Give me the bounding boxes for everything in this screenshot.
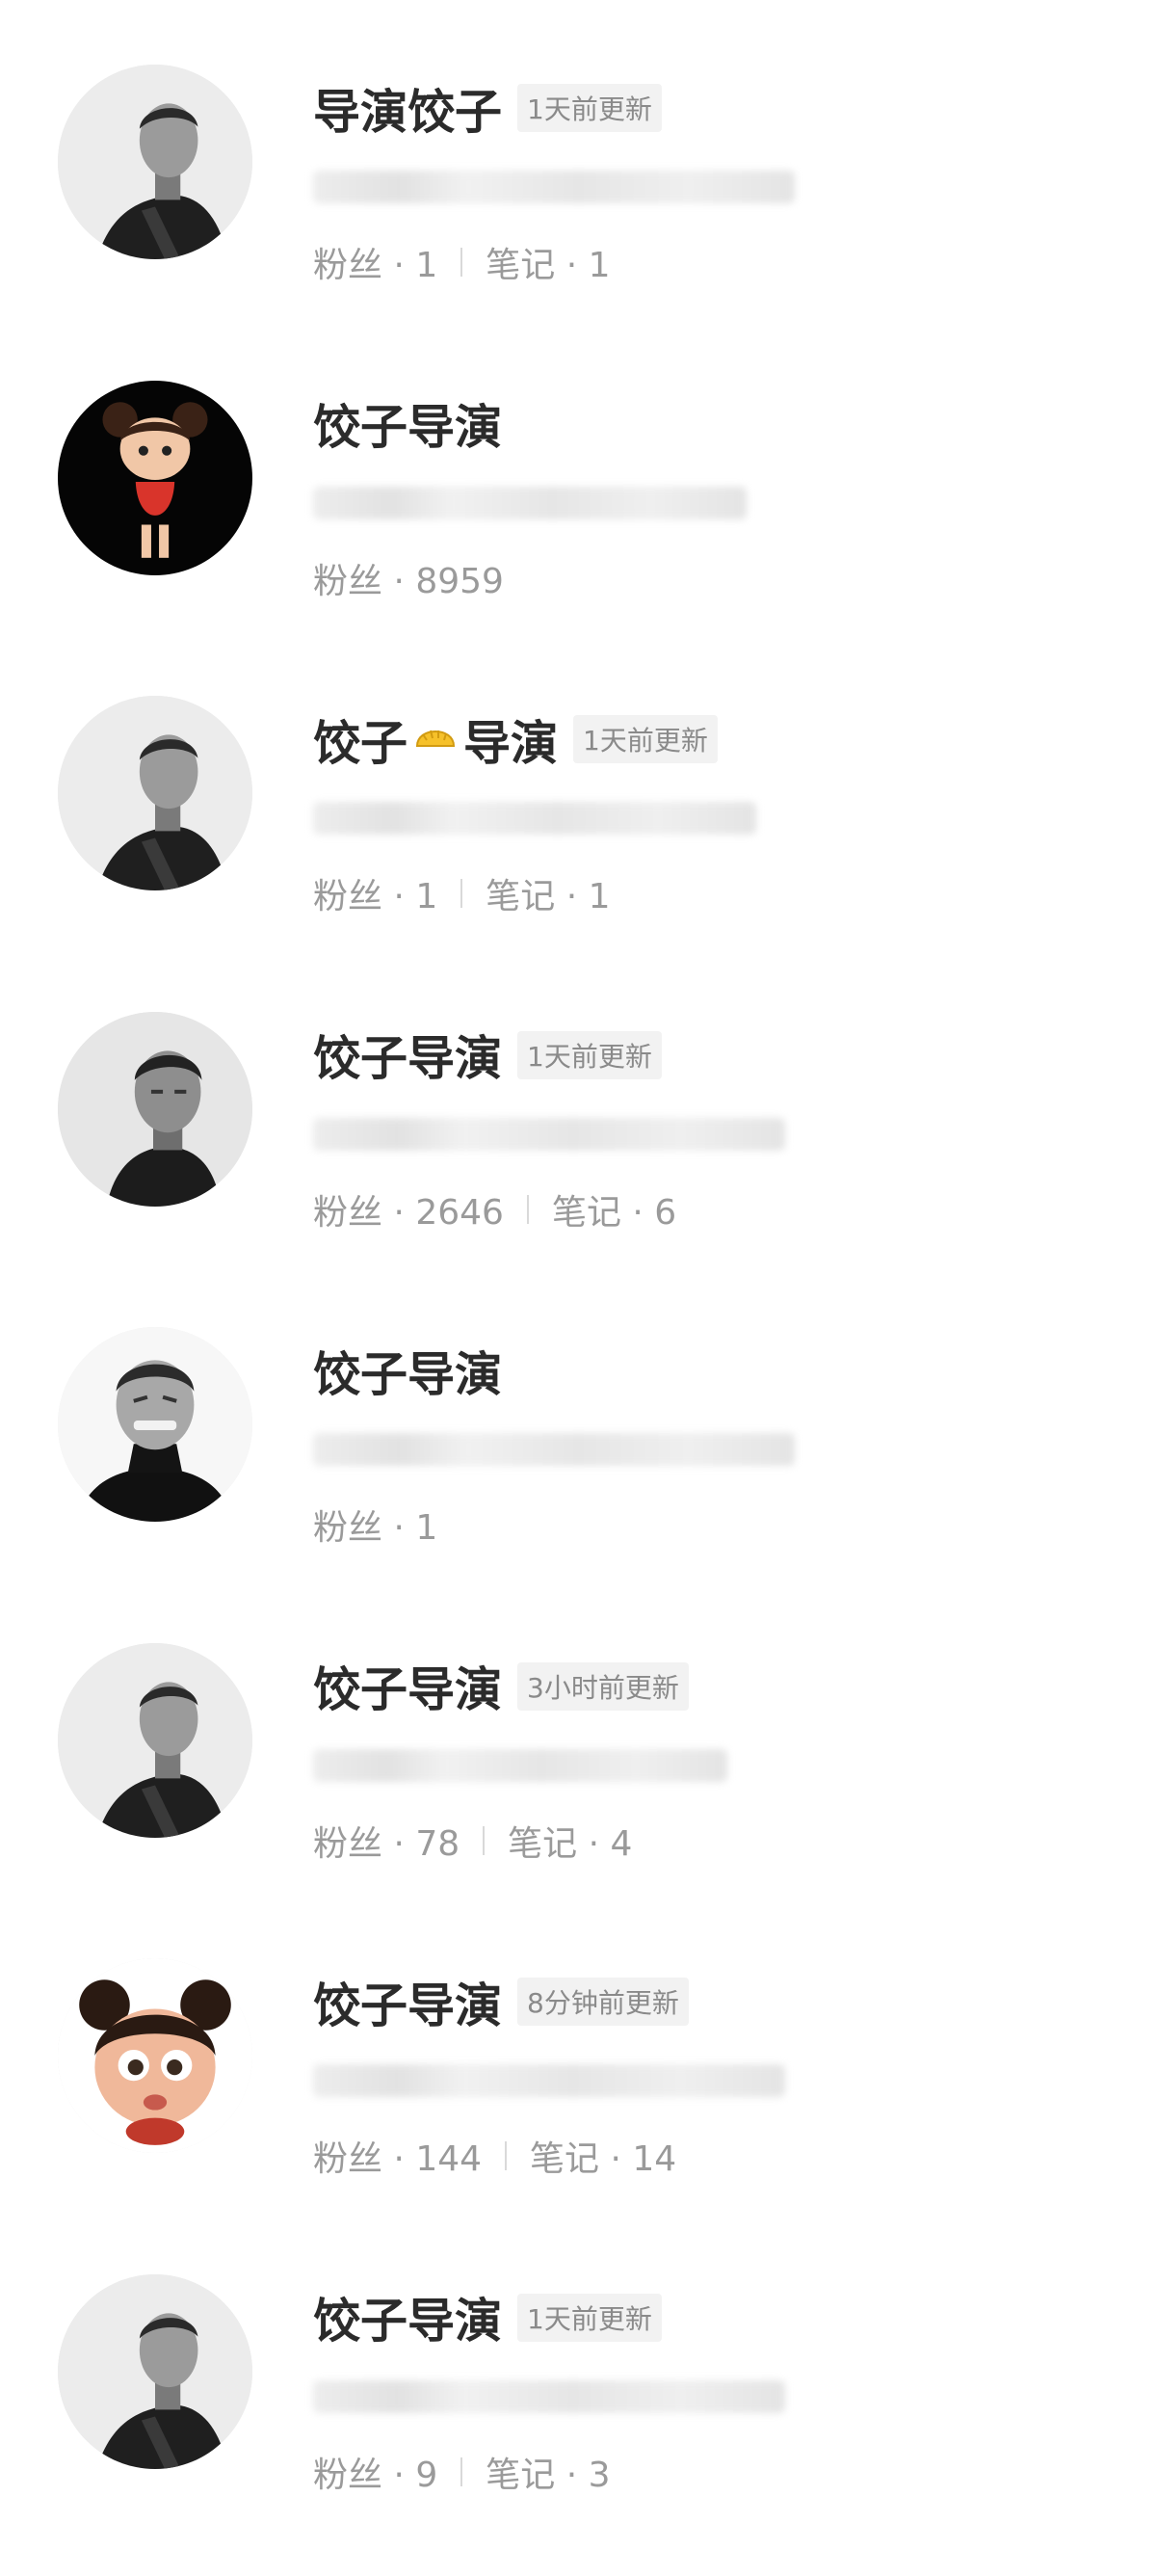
notes-count: 笔记 · 4: [508, 1823, 633, 1864]
name-line: 饺子导演 1天前更新: [313, 710, 718, 771]
blurred-description: [313, 486, 747, 519]
name-line: 导演饺子 1天前更新: [313, 79, 662, 140]
search-result-item[interactable]: 饺子 导演 1天前更新粉丝 · 1 笔记 · 1: [0, 691, 1156, 961]
account-stats: 粉丝 · 1 笔记 · 1: [313, 238, 611, 286]
notes-count: 笔记 · 6: [551, 1192, 677, 1233]
blurred-description: [313, 2064, 785, 2097]
blurred-description: [313, 1117, 785, 1151]
account-name-part: 导演: [463, 715, 559, 771]
account-stats: 粉丝 · 8959: [313, 554, 504, 602]
account-name[interactable]: 饺子导演: [313, 2283, 502, 2351]
stats-divider: [460, 879, 463, 908]
notes-count: 笔记 · 3: [486, 2455, 611, 2495]
search-result-item[interactable]: 饺子导演粉丝 · 1: [0, 1322, 1156, 1592]
update-badge: 1天前更新: [517, 2293, 662, 2342]
dumpling-emoji: [413, 712, 458, 767]
account-stats: 粉丝 · 2646 笔记 · 6: [313, 1185, 676, 1234]
account-stats: 粉丝 · 78 笔记 · 4: [313, 1817, 632, 1865]
update-badge: 1天前更新: [517, 84, 662, 132]
fans-count: 粉丝 · 8959: [313, 561, 504, 601]
fans-count: 粉丝 · 1: [313, 877, 438, 916]
notes-count: 笔记 · 1: [486, 877, 611, 916]
fans-count: 粉丝 · 144: [313, 2139, 483, 2179]
fans-count: 粉丝 · 78: [313, 1823, 460, 1864]
account-name[interactable]: 饺子导演: [313, 705, 558, 774]
fans-count: 粉丝 · 1: [313, 1508, 438, 1548]
search-result-item[interactable]: 饺子导演 1天前更新 粉丝 · 2646 笔记 · 6: [0, 1007, 1156, 1277]
stats-divider: [505, 2141, 508, 2170]
search-result-item[interactable]: 饺子导演粉丝 · 8959: [0, 376, 1156, 646]
fans-count: 粉丝 · 1: [313, 246, 438, 285]
search-result-list: 导演饺子 1天前更新 粉丝 · 1 笔记 · 1 饺子导演 粉丝 · 8959 饺子 导演 1天…: [0, 0, 1156, 2576]
update-badge: 1天前更新: [517, 1030, 662, 1079]
account-name[interactable]: 饺子导演: [313, 1021, 502, 1089]
blurred-description: [313, 1748, 727, 1782]
search-result-item[interactable]: 导演饺子 1天前更新 粉丝 · 1 笔记 · 1: [0, 60, 1156, 330]
name-line: 饺子导演: [313, 1341, 502, 1402]
account-stats: 粉丝 · 9 笔记 · 3: [313, 2448, 611, 2496]
update-badge: 3小时前更新: [517, 1661, 689, 1711]
account-stats: 粉丝 · 1 笔记 · 1: [313, 869, 611, 917]
notes-count: 笔记 · 1: [486, 246, 611, 285]
stats-divider: [460, 2456, 463, 2486]
blurred-description: [313, 802, 756, 835]
name-line: 饺子导演: [313, 395, 502, 455]
search-result-item[interactable]: 饺子导演 8分钟前更新 粉丝 · 144 笔记 · 14: [0, 1953, 1156, 2223]
update-badge: 1天前更新: [573, 715, 718, 763]
account-name[interactable]: 饺子导演: [313, 1968, 502, 2036]
man-black-coat-avatar[interactable]: [58, 1642, 252, 1838]
notes-count: 笔记 · 14: [530, 2139, 677, 2179]
account-name[interactable]: 饺子导演: [313, 1652, 502, 1720]
man-portrait-avatar[interactable]: [58, 1011, 252, 1207]
blurred-description: [313, 171, 795, 203]
nezha-face-avatar[interactable]: [58, 1958, 252, 2153]
account-name-part: 饺子: [313, 715, 408, 771]
name-line: 饺子导演1天前更新: [313, 1026, 662, 1086]
fans-count: 粉丝 · 9: [313, 2455, 438, 2495]
account-name[interactable]: 饺子导演: [313, 1337, 502, 1405]
stats-divider: [460, 248, 463, 277]
name-line: 饺子导演 8分钟前更新: [313, 1973, 689, 2033]
search-result-item[interactable]: 饺子导演 1天前更新 粉丝 · 9 笔记 · 3: [0, 2270, 1156, 2539]
account-stats: 粉丝 · 144 笔记 · 14: [313, 2132, 676, 2180]
man-grinning-avatar[interactable]: [58, 1327, 252, 1522]
account-name[interactable]: 导演饺子: [313, 74, 502, 143]
man-black-coat-avatar[interactable]: [58, 2273, 252, 2469]
update-badge: 8分钟前更新: [517, 1978, 689, 2026]
man-black-coat-avatar[interactable]: [58, 65, 252, 259]
fans-count: 粉丝 · 2646: [313, 1192, 504, 1233]
blurred-description: [313, 1433, 795, 1466]
stats-divider: [483, 1825, 486, 1855]
account-name[interactable]: 饺子导演: [313, 389, 502, 458]
search-result-item[interactable]: 饺子导演 3小时前更新 粉丝 · 78 笔记 · 4: [0, 1638, 1156, 1908]
name-line: 饺子导演1天前更新: [313, 2289, 662, 2349]
stats-divider: [526, 1194, 529, 1224]
blurred-description: [313, 2379, 785, 2413]
nezha-girl-avatar[interactable]: [58, 380, 252, 575]
name-line: 饺子导演 3小时前更新: [313, 1658, 689, 1717]
account-stats: 粉丝 · 1: [313, 1500, 437, 1549]
man-black-coat-avatar[interactable]: [58, 696, 252, 890]
